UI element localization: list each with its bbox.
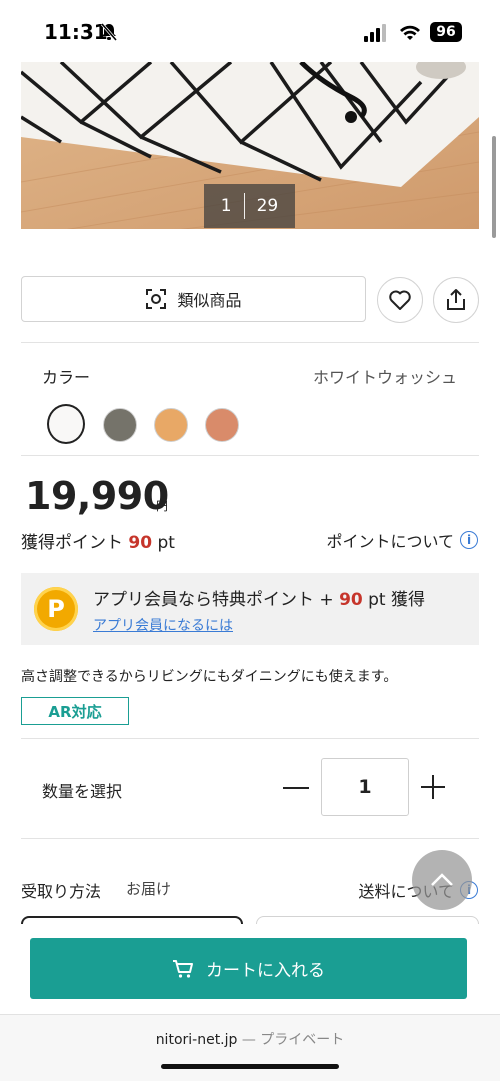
app-text-before: アプリ会員なら特典ポイント + — [93, 590, 334, 610]
scroll-to-top-button[interactable] — [412, 850, 472, 910]
product-description: 高さ調整できるからリビングにもダイニングにも使えます。 — [21, 669, 398, 685]
receive-method-label: 受取り方法 — [21, 882, 102, 901]
quantity-input[interactable]: 1 — [321, 758, 409, 816]
app-points-value: 90 — [339, 590, 363, 610]
divider — [21, 838, 479, 839]
points-value: 90 — [128, 533, 153, 553]
browser-address[interactable]: nitori-net.jp — プライベート — [0, 1029, 500, 1049]
status-bar: 11:31 96 — [0, 0, 500, 62]
swatch-fill — [103, 408, 137, 442]
divider — [21, 455, 479, 456]
color-swatch-white[interactable] — [47, 404, 85, 444]
similar-items-label: 類似商品 — [177, 291, 242, 310]
quantity-label: 数量を選択 — [42, 782, 123, 801]
image-total: 29 — [256, 196, 279, 216]
browser-domain: nitori-net.jp — [155, 1032, 238, 1048]
price-amount: 19,990 — [25, 474, 169, 518]
points-unit: pt — [157, 533, 175, 553]
selected-color-name: ホワイトウォッシュ — [312, 368, 457, 387]
info-icon: i — [460, 531, 478, 549]
similar-items-button[interactable]: 類似商品 — [21, 276, 366, 322]
add-to-cart-button[interactable]: カートに入れる — [30, 938, 467, 999]
counter-divider — [243, 193, 245, 219]
visual-search-icon — [146, 289, 167, 309]
product-image[interactable]: 1 29 — [21, 62, 479, 229]
silent-bell-icon — [100, 23, 118, 41]
page-scrollbar[interactable] — [492, 136, 496, 238]
points-about-link[interactable]: ポイントについて i — [326, 528, 478, 552]
app-member-banner: P アプリ会員なら特典ポイント + 90 pt 獲得 アプリ会員になるには — [21, 573, 479, 645]
ar-badge[interactable]: AR対応 — [21, 697, 129, 725]
earned-points: 獲得ポイント 90 pt — [21, 528, 175, 553]
cart-icon — [173, 959, 193, 978]
browser-mode: — プライベート — [241, 1032, 345, 1048]
swatch-fill — [154, 408, 188, 442]
favorite-button[interactable] — [377, 277, 423, 323]
wifi-icon — [400, 25, 420, 40]
home-indicator[interactable] — [161, 1064, 339, 1069]
share-button[interactable] — [433, 277, 479, 323]
share-icon — [447, 289, 465, 310]
points-label: 獲得ポイント — [21, 533, 123, 553]
color-label: カラー — [42, 368, 91, 387]
app-text-after: pt 獲得 — [368, 590, 426, 610]
quantity-decrement-button[interactable] — [283, 787, 309, 789]
swatch-fill — [205, 408, 239, 442]
app-points-text: アプリ会員なら特典ポイント + 90 pt 獲得 — [93, 585, 425, 610]
divider — [21, 738, 479, 739]
clock: 11:31 — [44, 20, 108, 44]
price-currency: 円 — [156, 499, 169, 513]
receive-method-value: お届け — [126, 880, 172, 898]
image-counter: 1 29 — [204, 184, 295, 228]
point-coin-icon: P — [34, 587, 78, 631]
cellular-signal-icon — [364, 24, 386, 42]
color-swatch-orange[interactable] — [152, 406, 190, 444]
points-about-label: ポイントについて — [326, 532, 454, 551]
image-current: 1 — [220, 196, 232, 216]
color-swatch-gray[interactable] — [101, 406, 139, 444]
become-app-member-link[interactable]: アプリ会員になるには — [93, 615, 233, 635]
quantity-increment-button[interactable] — [420, 774, 446, 800]
divider — [21, 342, 479, 343]
battery-indicator: 96 — [430, 22, 462, 42]
chevron-up-icon — [431, 873, 453, 886]
add-to-cart-label: カートに入れる — [206, 961, 325, 981]
color-swatch-terracotta[interactable] — [203, 406, 241, 444]
heart-icon — [389, 290, 411, 310]
swatch-fill — [47, 404, 85, 444]
